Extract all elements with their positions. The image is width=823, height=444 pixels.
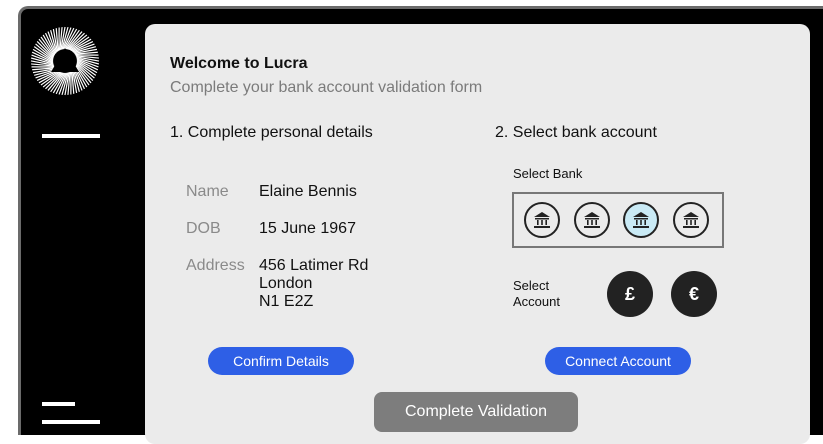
- menu-long-line-icon[interactable]: [42, 420, 100, 424]
- select-bank-label: Select Bank: [513, 167, 582, 181]
- dob-value: 15 June 1967: [259, 220, 356, 237]
- complete-validation-button[interactable]: Complete Validation: [374, 392, 578, 432]
- confirm-details-button[interactable]: Confirm Details: [208, 347, 354, 375]
- bank-icon: [681, 210, 701, 230]
- bank-section-title: 2. Select bank account: [495, 124, 657, 142]
- bank-icon: [631, 210, 651, 230]
- lucra-logo-icon: [30, 26, 100, 96]
- name-value: Elaine Bennis: [259, 183, 357, 200]
- bank-icon: [532, 210, 552, 230]
- address-line-2: London: [259, 275, 312, 292]
- address-line-1: 456 Latimer Rd: [259, 257, 368, 274]
- bank-option-1[interactable]: [524, 202, 560, 238]
- connect-account-button[interactable]: Connect Account: [545, 347, 691, 375]
- dob-label: DOB: [186, 220, 221, 238]
- select-account-label-2: Account: [513, 295, 560, 309]
- pound-account-button[interactable]: £: [607, 271, 653, 317]
- bank-option-3-selected[interactable]: [623, 202, 659, 238]
- menu-line-icon[interactable]: [42, 134, 100, 138]
- address-label: Address: [186, 257, 245, 275]
- personal-section-title: 1. Complete personal details: [170, 124, 373, 142]
- address-line-3: N1 E2Z: [259, 293, 313, 310]
- welcome-title: Welcome to Lucra: [170, 55, 308, 73]
- euro-account-button[interactable]: €: [671, 271, 717, 317]
- bank-icon: [582, 210, 602, 230]
- subtitle: Complete your bank account validation fo…: [170, 79, 482, 97]
- menu-short-line-icon[interactable]: [42, 402, 75, 406]
- bank-option-2[interactable]: [574, 202, 610, 238]
- name-label: Name: [186, 183, 229, 201]
- select-account-label-1: Select: [513, 279, 549, 293]
- bank-option-4[interactable]: [673, 202, 709, 238]
